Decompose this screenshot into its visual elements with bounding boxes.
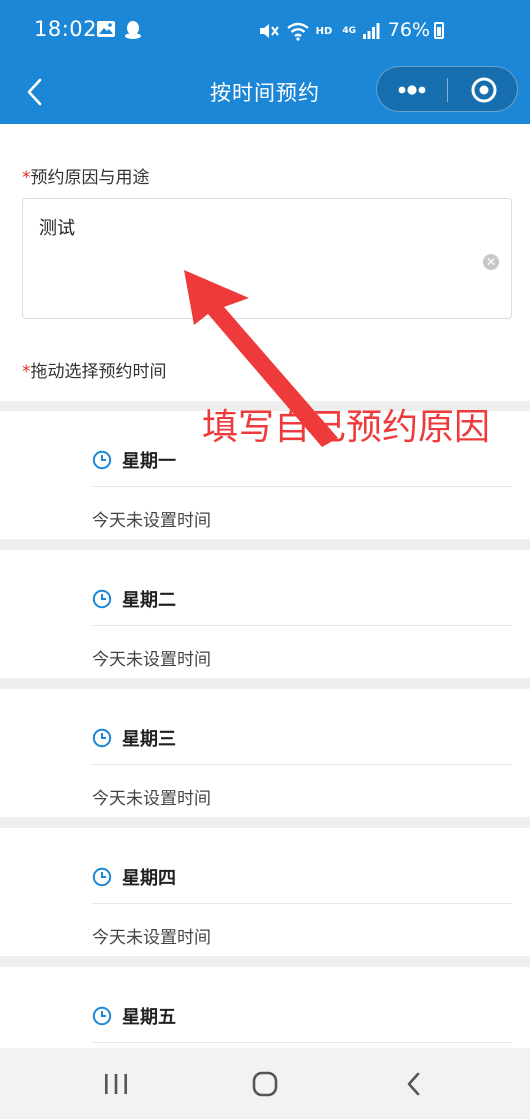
close-mini-program-button[interactable] [448, 67, 519, 113]
mute-icon [259, 24, 279, 38]
clear-icon[interactable]: ✕ [483, 254, 499, 270]
recent-apps-icon [105, 1074, 127, 1094]
separator [0, 956, 530, 967]
day-status: 今天未设置时间 [92, 789, 211, 809]
battery-icon [434, 22, 444, 39]
required-star: * [22, 362, 31, 382]
required-star: * [22, 168, 31, 188]
day-title: 星期一 [122, 451, 176, 472]
day-title: 星期四 [122, 868, 176, 889]
separator [0, 539, 530, 550]
status-time: 18:02 [34, 17, 98, 41]
day-card[interactable]: 星期三 今天未设置时间 [0, 689, 530, 817]
clock-icon [92, 728, 112, 748]
divider [92, 1042, 512, 1043]
separator [0, 817, 530, 828]
clock-icon [92, 1006, 112, 1026]
divider [92, 486, 512, 487]
status-bar: 18:02 HD 4G 76% [0, 0, 530, 60]
back-arrow-icon [407, 1072, 420, 1096]
recent-apps-button[interactable] [96, 1070, 136, 1100]
day-title: 星期五 [122, 1007, 176, 1028]
home-icon [252, 1071, 278, 1097]
reason-label: *预约原因与用途 [22, 163, 150, 188]
reason-textarea[interactable]: 测试 ✕ [22, 198, 512, 319]
target-circle-icon [471, 77, 497, 103]
home-button[interactable] [245, 1070, 285, 1100]
wifi-icon [286, 22, 309, 41]
day-title: 星期三 [122, 729, 176, 750]
battery-percent: 76% [387, 19, 430, 41]
more-button[interactable] [377, 67, 447, 113]
time-label: *拖动选择预约时间 [22, 357, 167, 382]
divider [92, 625, 512, 626]
day-card[interactable]: 星期五 [0, 967, 530, 1048]
day-status: 今天未设置时间 [92, 928, 211, 948]
clock-icon [92, 867, 112, 887]
clock-icon [92, 589, 112, 609]
clock-icon [92, 450, 112, 470]
nav-bar: 按时间预约 [0, 60, 530, 124]
day-card[interactable]: 星期四 今天未设置时间 [0, 828, 530, 956]
network-label: HD [315, 25, 333, 37]
gallery-icon [97, 21, 115, 37]
day-status: 今天未设置时间 [92, 511, 211, 531]
signal-icon [363, 23, 380, 39]
system-nav-bar [0, 1048, 530, 1119]
separator [0, 678, 530, 689]
more-dots-icon [398, 85, 426, 95]
system-back-button[interactable] [394, 1070, 434, 1100]
divider [92, 764, 512, 765]
day-title: 星期二 [122, 590, 176, 611]
annotation-text: 填写自己预约原因 [202, 407, 491, 448]
qq-icon [125, 21, 141, 39]
day-status: 今天未设置时间 [92, 650, 211, 670]
mini-program-capsule [376, 66, 518, 112]
time-label-text: 拖动选择预约时间 [30, 362, 167, 382]
reason-value: 测试 [39, 218, 75, 239]
reason-label-text: 预约原因与用途 [30, 168, 150, 188]
day-card[interactable]: 星期二 今天未设置时间 [0, 550, 530, 678]
divider [92, 903, 512, 904]
signal-label: 4G [342, 26, 356, 36]
